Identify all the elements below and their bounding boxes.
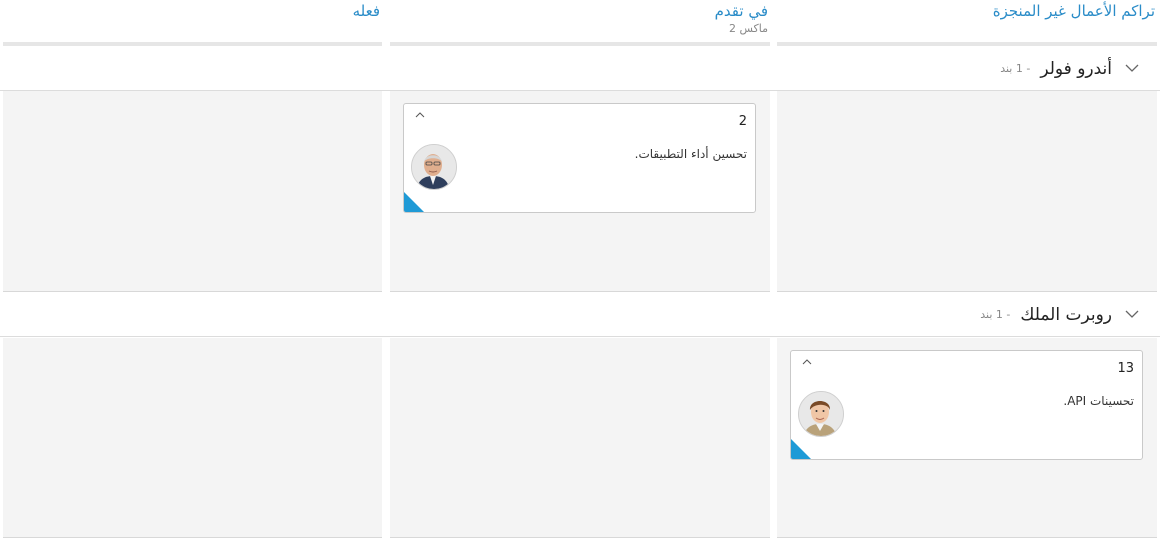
swimlane-count: - 1 بند <box>980 308 1011 321</box>
chevron-down-icon[interactable] <box>1124 307 1140 323</box>
column-headers: تراكم الأعمال غير المنجزة في تقدم ماكس 2… <box>0 0 1160 46</box>
lane-cell[interactable] <box>390 338 770 538</box>
card-corner-marker <box>404 192 424 212</box>
column-title: في تقدم <box>714 2 768 20</box>
card-text: تحسين أداء التطبيقات. <box>634 147 747 161</box>
chevron-up-icon[interactable] <box>801 357 813 367</box>
swimlane-count: - 1 بند <box>1000 62 1031 75</box>
kanban-card[interactable]: 13 تحسينات API. <box>790 350 1143 460</box>
column-header-in-progress[interactable]: في تقدم ماكس 2 <box>390 0 770 46</box>
lane-cell[interactable] <box>777 91 1157 292</box>
column-limit: ماكس 2 <box>728 22 768 35</box>
lane-cell[interactable]: 13 تحسينات API. <box>777 338 1157 538</box>
column-title: تراكم الأعمال غير المنجزة <box>992 2 1155 20</box>
card-corner-marker <box>791 439 811 459</box>
swimlane-header[interactable]: أندرو فولر - 1 بند <box>0 46 1160 91</box>
chevron-down-icon[interactable] <box>1124 61 1140 77</box>
swimlane-header[interactable]: روبرت الملك - 1 بند <box>0 292 1160 337</box>
lane-cell[interactable]: 2 تحسين أداء التطبيقات. <box>390 91 770 292</box>
swimlane-name: أندرو فولر <box>1040 58 1112 79</box>
card-id: 2 <box>738 114 747 129</box>
lane-cell[interactable] <box>3 91 382 292</box>
lane-cell[interactable] <box>3 338 382 538</box>
card-text: تحسينات API. <box>1063 394 1134 408</box>
avatar <box>798 391 844 437</box>
swimlane-name: روبرت الملك <box>1020 304 1112 325</box>
kanban-board: تراكم الأعمال غير المنجزة في تقدم ماكس 2… <box>0 0 1160 544</box>
column-header-backlog[interactable]: تراكم الأعمال غير المنجزة <box>777 0 1157 46</box>
kanban-card[interactable]: 2 تحسين أداء التطبيقات. <box>403 103 756 213</box>
chevron-up-icon[interactable] <box>414 110 426 120</box>
column-title: فعله <box>352 2 380 20</box>
column-header-done[interactable]: فعله <box>3 0 382 46</box>
avatar <box>411 144 457 190</box>
card-id: 13 <box>1117 361 1134 376</box>
